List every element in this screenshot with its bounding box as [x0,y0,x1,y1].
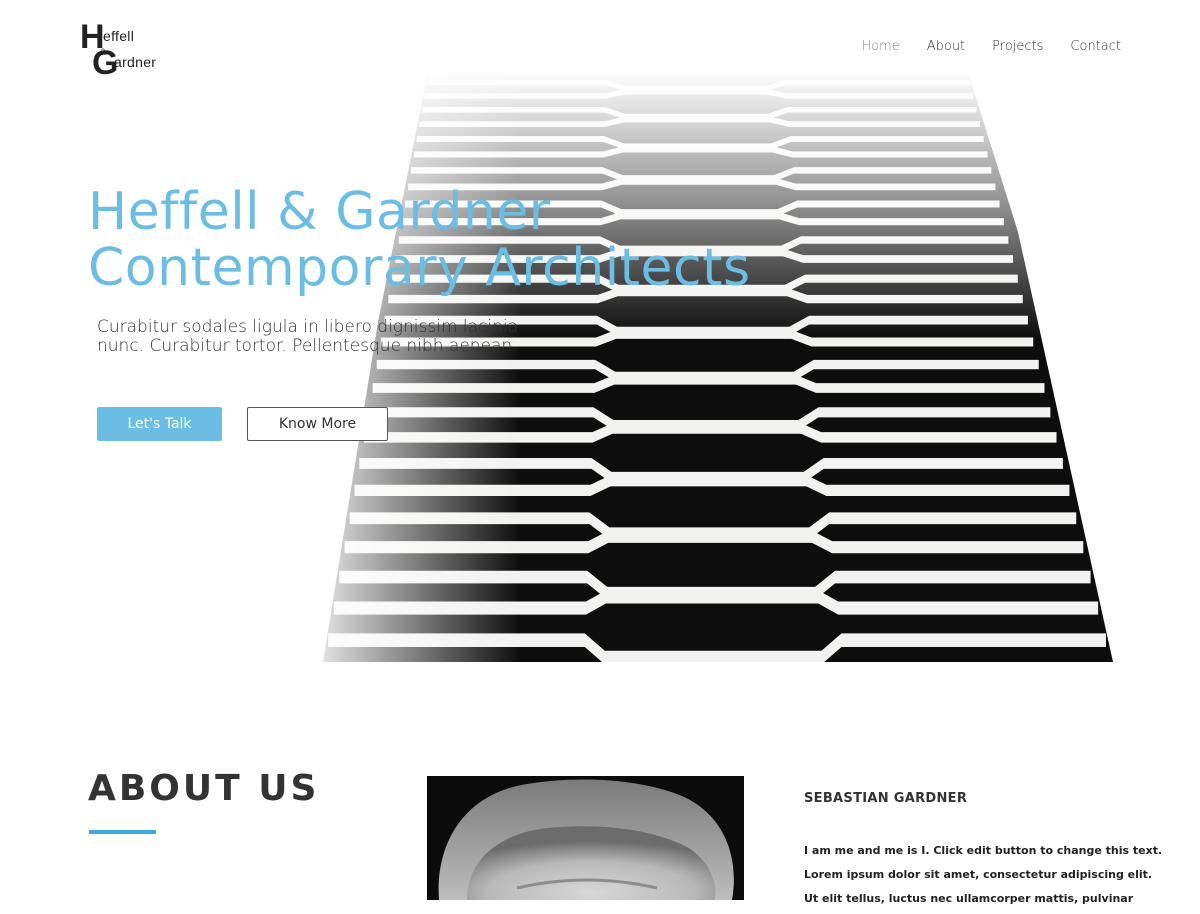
hero-subtitle-line1: Curabitur sodales ligula in libero digni… [97,317,519,337]
about-title: ABOUT US [88,768,320,809]
portrait-illustration [427,776,744,900]
know-more-button[interactable]: Know More [247,407,388,441]
hero-subtitle: Curabitur sodales ligula in libero digni… [97,318,557,356]
nav-about[interactable]: About [927,39,965,54]
main-nav: Home About Projects Contact [861,39,1121,54]
hero-title-line2: Contemporary Architects [88,238,751,298]
lets-talk-button[interactable]: Let's Talk [97,407,222,441]
person-name: SEBASTIAN GARDNER [804,791,968,806]
person-bio: I am me and me is I. Click edit button t… [804,842,1163,914]
bio-line: Ut elit tellus, luctus nec ullamcorper m… [804,892,1134,905]
logo-text-top: effell [103,28,135,44]
bio-line: Lorem ipsum dolor sit amet, consectetur … [804,868,1153,881]
logo-text-bottom: ardner [114,54,157,70]
hero-building-image [318,72,1128,662]
nav-projects[interactable]: Projects [992,39,1043,54]
site-logo[interactable]: H effell & G ardner [80,20,170,80]
hero-title-line1: Heffell & Gardner [88,182,551,242]
hero-title: Heffell & Gardner Contemporary Architect… [88,184,751,296]
nav-home[interactable]: Home [861,39,899,54]
portrait-photo [427,776,744,900]
nav-contact[interactable]: Contact [1070,39,1121,54]
bio-line: I am me and me is I. Click edit button t… [804,844,1163,857]
hero-subtitle-line2: nunc. Curabitur tortor. Pellentesque nib… [97,336,518,356]
about-title-underline [89,830,156,834]
